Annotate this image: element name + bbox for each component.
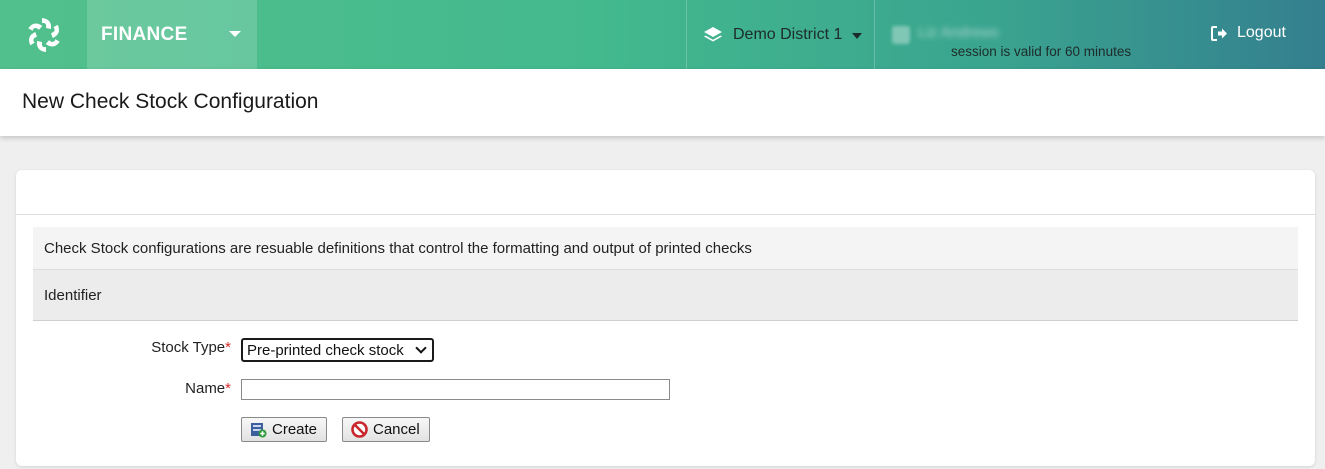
name-label: Name* [111, 380, 231, 397]
form-description: Check Stock configurations are resuable … [33, 227, 1298, 269]
section-header-identifier: Identifier [33, 269, 1298, 321]
name-input[interactable] [241, 379, 670, 400]
cancel-button[interactable]: Cancel [342, 417, 430, 442]
stock-type-select[interactable]: Pre-printed check stock [241, 338, 434, 362]
cancel-icon [351, 421, 368, 438]
required-marker: * [225, 339, 231, 356]
chevron-down-icon [852, 33, 862, 39]
module-label: FINANCE [101, 23, 188, 45]
user-info: Liz Andrews session is valid for 60 minu… [890, 22, 1150, 62]
stock-type-label-text: Stock Type [151, 339, 226, 356]
chevron-down-icon [415, 342, 427, 354]
user-name: Liz Andrews [918, 24, 999, 41]
chevron-down-icon [229, 31, 241, 37]
create-label: Create [272, 421, 318, 438]
create-icon [251, 423, 267, 438]
user-icon [892, 26, 910, 44]
logout-button[interactable]: Logout [1211, 24, 1286, 42]
required-marker: * [225, 380, 231, 397]
stock-type-value: Pre-printed check stock [247, 341, 404, 359]
page-header: New Check Stock Configuration [0, 69, 1325, 136]
stock-type-label: Stock Type* [111, 339, 231, 356]
cancel-label: Cancel [373, 421, 420, 438]
district-label: Demo District 1 [733, 25, 843, 43]
logout-icon [1211, 25, 1227, 41]
district-selector[interactable]: Demo District 1 [686, 0, 875, 69]
session-status: session is valid for 60 minutes [951, 44, 1132, 59]
description-text: Check Stock configurations are resuable … [44, 239, 752, 257]
logout-label: Logout [1237, 24, 1286, 41]
module-selector[interactable]: FINANCE [87, 0, 257, 69]
section-title: Identifier [44, 286, 102, 304]
card-header [16, 170, 1315, 215]
name-label-text: Name [185, 380, 226, 397]
top-nav: FINANCE Demo District 1 Liz Andrews sess… [0, 0, 1325, 69]
app-logo[interactable] [0, 0, 87, 69]
page-title: New Check Stock Configuration [22, 90, 319, 113]
layers-icon [704, 26, 722, 41]
config-form-card: Check Stock configurations are resuable … [16, 170, 1315, 466]
create-button[interactable]: Create [241, 417, 327, 442]
logo-icon [27, 17, 60, 52]
